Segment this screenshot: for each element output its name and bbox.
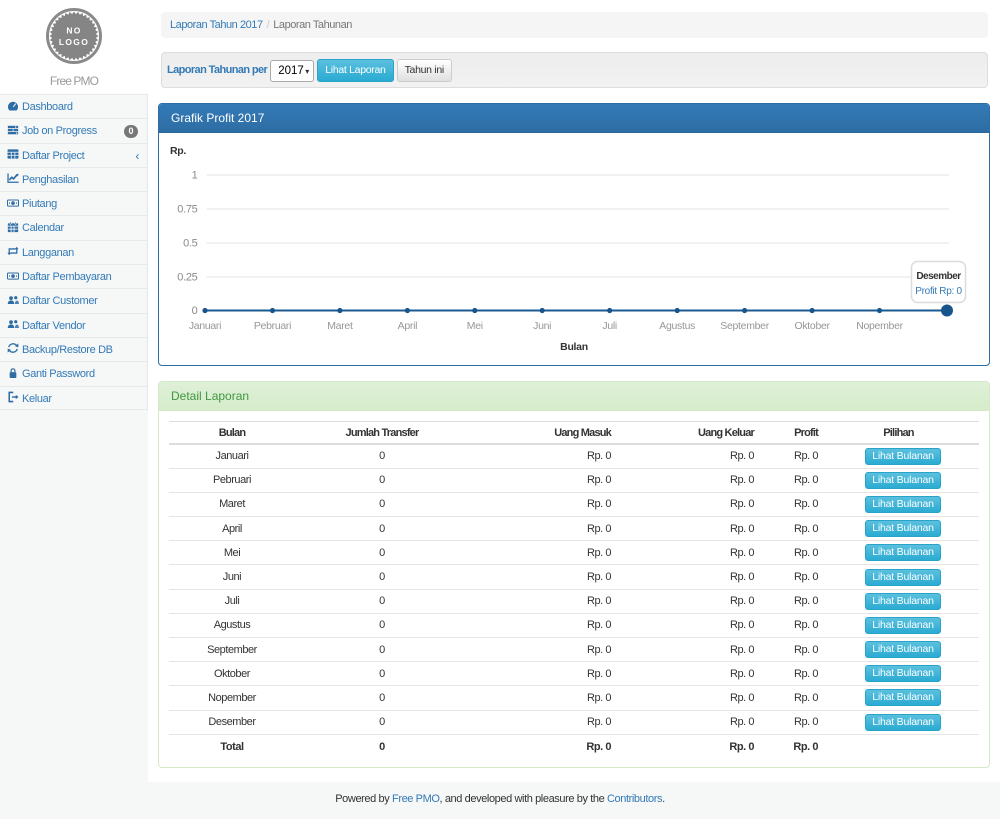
- svg-text:April: April: [398, 320, 418, 332]
- svg-text:Desember: Desember: [916, 271, 961, 282]
- svg-text:Nopember: Nopember: [856, 320, 903, 332]
- svg-text:NO: NO: [66, 26, 81, 36]
- svg-text:September: September: [720, 320, 769, 332]
- svg-text:Agustus: Agustus: [659, 320, 695, 332]
- svg-text:Juli: Juli: [602, 320, 617, 332]
- svg-text:Mei: Mei: [467, 320, 483, 332]
- svg-text:0: 0: [192, 305, 198, 317]
- svg-text:0.75: 0.75: [177, 204, 197, 216]
- svg-text:Profit Rp: 0: Profit Rp: 0: [915, 286, 962, 297]
- svg-text:0.5: 0.5: [183, 238, 198, 250]
- svg-text:0.25: 0.25: [177, 272, 197, 284]
- svg-text:Bulan: Bulan: [560, 341, 588, 353]
- svg-text:LOGO: LOGO: [59, 37, 89, 47]
- svg-text:Oktober: Oktober: [794, 320, 830, 332]
- svg-text:Januari: Januari: [189, 320, 221, 332]
- svg-text:Pebruari: Pebruari: [254, 320, 291, 332]
- svg-text:Juni: Juni: [533, 320, 551, 332]
- svg-text:Maret: Maret: [327, 320, 353, 332]
- svg-text:Rp.: Rp.: [170, 145, 186, 157]
- svg-text:1: 1: [192, 170, 198, 182]
